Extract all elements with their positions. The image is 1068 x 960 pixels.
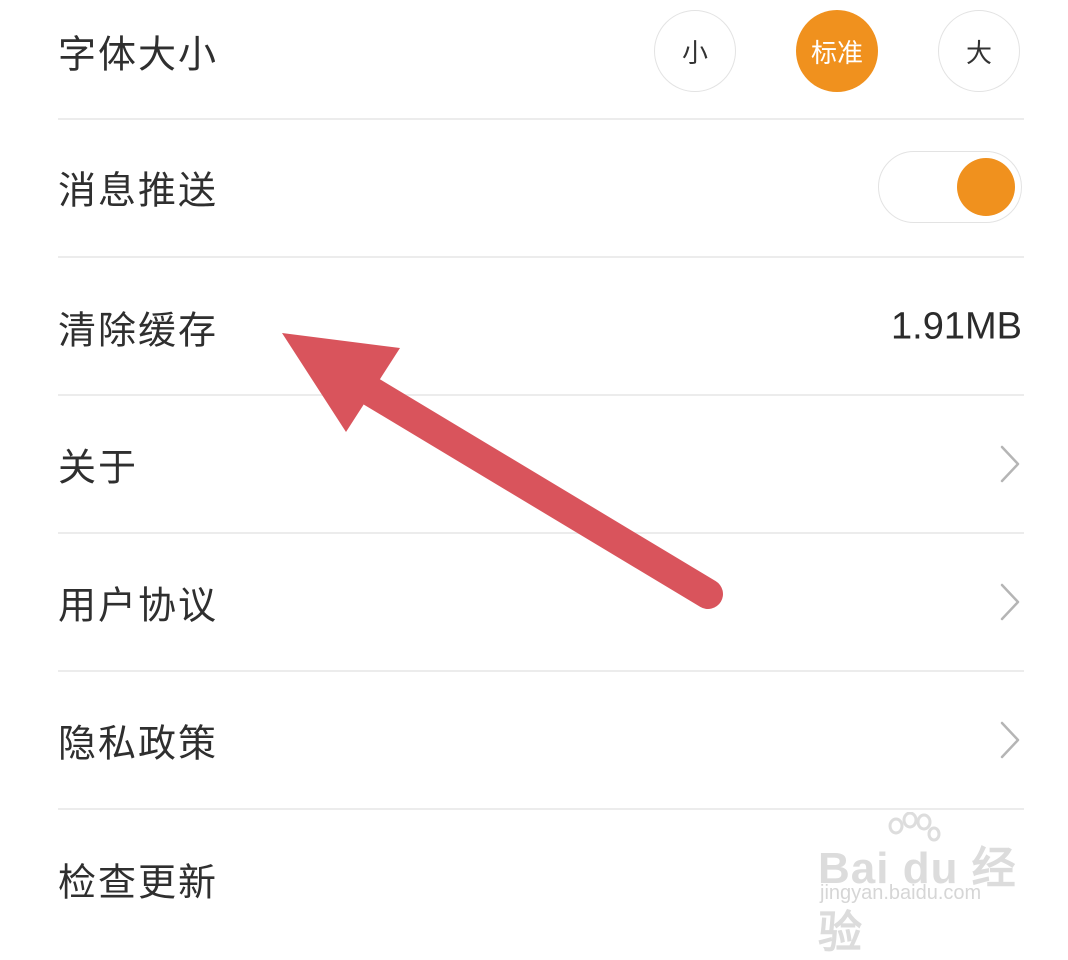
user-agreement-label: 用户协议 xyxy=(58,583,219,628)
watermark-site: jingyan.baidu.com xyxy=(820,882,982,904)
clear-cache-row[interactable]: 清除缓存 1.91MB xyxy=(58,258,1024,396)
check-update-label: 检查更新 xyxy=(58,860,219,905)
font-size-label: 字体大小 xyxy=(58,32,219,77)
user-agreement-row[interactable]: 用户协议 xyxy=(58,533,1024,671)
chevron-right-icon xyxy=(1000,721,1020,759)
privacy-policy-row[interactable]: 隐私政策 xyxy=(58,671,1024,809)
chevron-right-icon xyxy=(1000,583,1020,621)
chevron-right-icon xyxy=(1000,445,1020,483)
font-size-row: 字体大小 小 标准 大 xyxy=(58,0,1024,120)
toggle-knob xyxy=(957,158,1015,216)
about-row[interactable]: 关于 xyxy=(58,395,1024,533)
push-toggle[interactable] xyxy=(878,151,1022,223)
font-size-large-button[interactable]: 大 xyxy=(938,10,1020,92)
font-size-standard-button[interactable]: 标准 xyxy=(796,10,878,92)
privacy-policy-label: 隐私政策 xyxy=(58,721,219,766)
font-size-standard-label: 标准 xyxy=(810,38,863,69)
clear-cache-label: 清除缓存 xyxy=(58,308,219,353)
about-label: 关于 xyxy=(58,445,139,490)
cache-size-value: 1.91MB xyxy=(891,305,1022,348)
font-size-small-label: 小 xyxy=(681,38,708,69)
push-row: 消息推送 xyxy=(58,118,1024,256)
font-size-large-label: 大 xyxy=(965,38,992,69)
baidu-jingyan-watermark: Bai du 经验 jingyan.baidu.com xyxy=(818,812,1028,957)
push-label: 消息推送 xyxy=(58,168,219,213)
font-size-small-button[interactable]: 小 xyxy=(654,10,736,92)
